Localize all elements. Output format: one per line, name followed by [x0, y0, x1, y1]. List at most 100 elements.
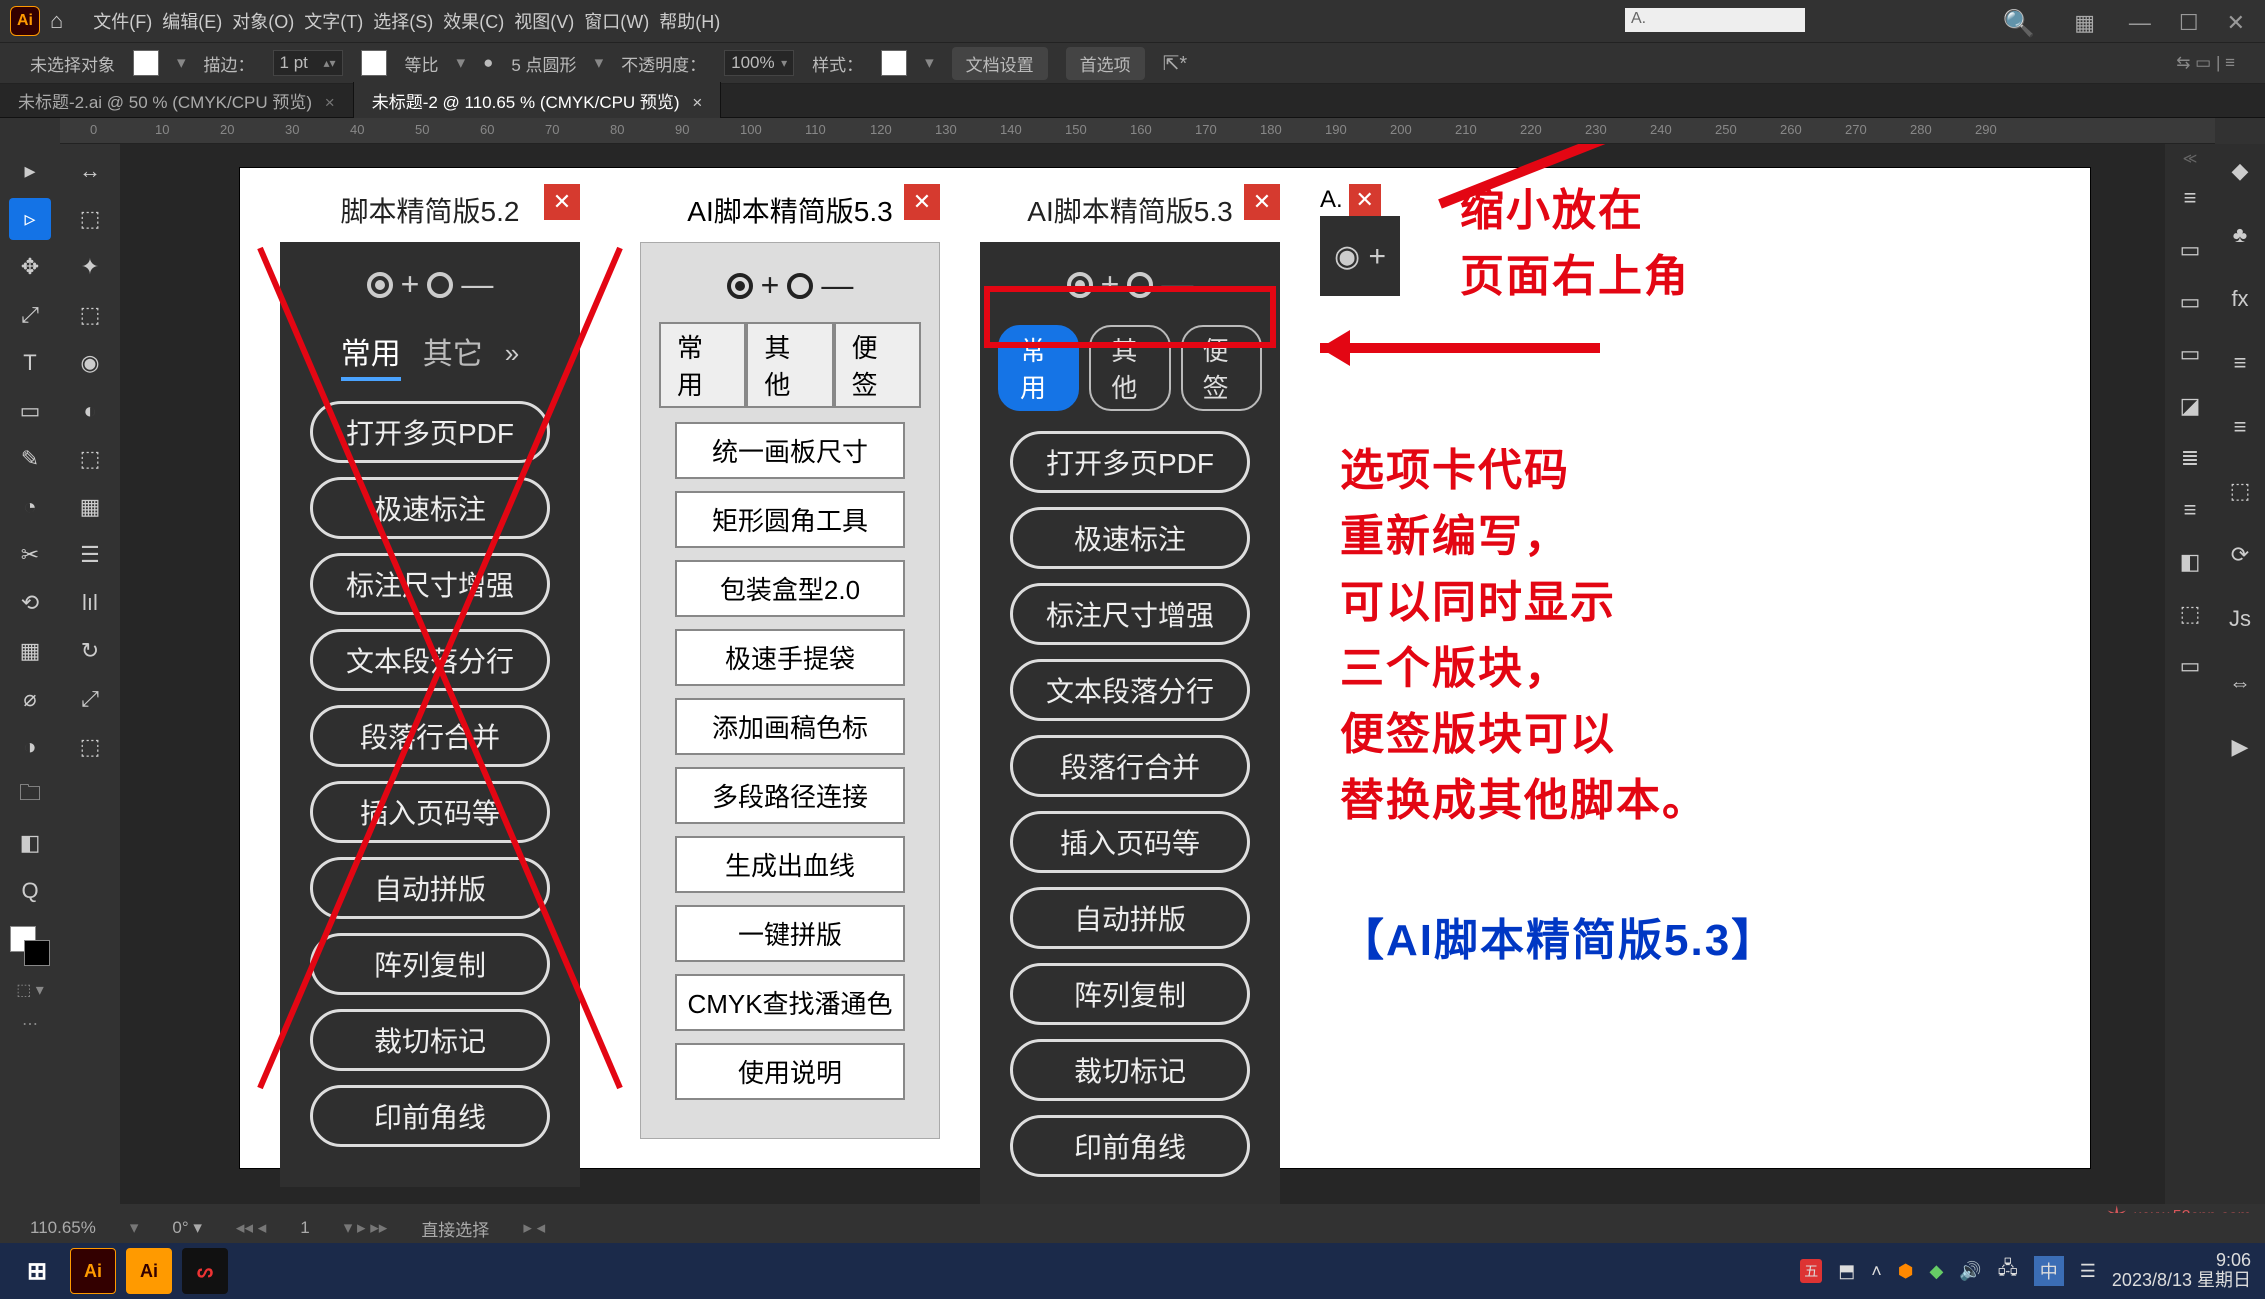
btn-53d-8[interactable]: 裁切标记	[1010, 1039, 1250, 1101]
btn-53d-1[interactable]: 极速标注	[1010, 507, 1250, 569]
stroke-weight-input[interactable]: 1 pt▴▾	[273, 50, 343, 76]
taskbar-app-ai-1[interactable]: Ai	[70, 1248, 116, 1294]
btn-52-5[interactable]: 插入页码等	[310, 781, 550, 843]
stroke-swatch[interactable]	[361, 50, 387, 76]
rpanel-a-9[interactable]: ▭	[2169, 645, 2211, 687]
search-icon[interactable]: 🔍	[2003, 8, 2035, 39]
btn-53d-5[interactable]: 插入页码等	[1010, 811, 1250, 873]
edit-toolbar-icon[interactable]: ⋯	[22, 1014, 38, 1034]
rpanel-a-7[interactable]: ◧	[2169, 541, 2211, 583]
btn-52-3[interactable]: 文本段落分行	[310, 629, 550, 691]
rpanel-b-4[interactable]: ≡	[2219, 406, 2261, 448]
rpanel-b-5[interactable]: ⬚	[2219, 470, 2261, 512]
menu-effect[interactable]: 效果(C)	[443, 8, 504, 34]
canvas-area[interactable]: 脚本精简版5.2 ✕ +— 常用 其它 » 打开多页PDF 极速标注 标注尺寸增…	[120, 144, 2165, 1204]
menu-view[interactable]: 视图(V)	[514, 8, 574, 34]
rpanel-b-9[interactable]: ▶	[2219, 726, 2261, 768]
rpanel-a-3[interactable]: ▭	[2169, 333, 2211, 375]
brush-tool-icon[interactable]: ✎	[9, 438, 51, 480]
doc-tab-2[interactable]: 未标题-2 @ 110.65 % (CMYK/CPU 预览) ×	[354, 82, 722, 119]
btn-53l-7[interactable]: 一键拼版	[675, 905, 905, 962]
rpanel-a-8[interactable]: ⬚	[2169, 593, 2211, 635]
doc-tab-1[interactable]: 未标题-2.ai @ 50 % (CMYK/CPU 预览) ×	[0, 82, 354, 119]
uniform-label[interactable]: 等比	[405, 51, 439, 76]
btn-52-9[interactable]: 印前角线	[310, 1085, 550, 1147]
rotate-tool-icon[interactable]: ◔	[9, 486, 51, 528]
window-maximize-icon[interactable]: ☐	[2179, 10, 2199, 36]
opacity-input[interactable]: 100%▾	[724, 50, 794, 76]
rpanel-a-5[interactable]: ≣	[2169, 437, 2211, 479]
home-icon[interactable]: ⌂	[50, 8, 63, 34]
panel-mini-close-icon[interactable]: ✕	[1349, 184, 1381, 216]
btn-53l-5[interactable]: 多段路径连接	[675, 767, 905, 824]
menu-edit[interactable]: 编辑(E)	[162, 8, 222, 34]
tool-b-5[interactable]: ◐	[69, 390, 111, 432]
zoom-tool-icon[interactable]: Q	[9, 870, 51, 912]
tray-icon-1[interactable]: 五	[1800, 1259, 1822, 1283]
menu-file[interactable]: 文件(F)	[93, 8, 152, 34]
rpanel-b-2[interactable]: fx	[2219, 278, 2261, 320]
gradient-tool-icon[interactable]: ⌀	[9, 678, 51, 720]
btn-52-0[interactable]: 打开多页PDF	[310, 401, 550, 463]
rpanel-a-1[interactable]: ▭	[2169, 229, 2211, 271]
tool-b-12[interactable]: ⬚	[69, 726, 111, 768]
tray-chevron-icon[interactable]: ˄	[1871, 1261, 1882, 1282]
rpanel-a-6[interactable]: ≡	[2169, 489, 2211, 531]
brush-preset[interactable]: 5 点圆形	[511, 51, 576, 76]
artboard-tool-icon[interactable]: 🗀	[9, 774, 51, 816]
type-tool-icon[interactable]: T	[9, 342, 51, 384]
direct-select-tool-icon[interactable]: ▹	[9, 198, 51, 240]
btn-53l-6[interactable]: 生成出血线	[675, 836, 905, 893]
rpanel-b-3[interactable]: ≡	[2219, 342, 2261, 384]
style-swatch[interactable]	[881, 50, 907, 76]
taskbar-clock[interactable]: 9:062023/8/13 星期日	[2112, 1251, 2251, 1291]
start-button-icon[interactable]: ⊞	[14, 1248, 60, 1294]
panel-52-tab-more-icon[interactable]: »	[505, 338, 519, 369]
btn-53d-4[interactable]: 段落行合并	[1010, 735, 1250, 797]
panel-53d-close-icon[interactable]: ✕	[1244, 184, 1280, 220]
btn-53d-9[interactable]: 印前角线	[1010, 1115, 1250, 1177]
tray-volume-icon[interactable]: 🔊	[1959, 1261, 1981, 1282]
tray-icon-4[interactable]: ◆	[1929, 1261, 1943, 1282]
panel-52-tab-other[interactable]: 其它	[423, 325, 483, 381]
panel-53l-radio-row[interactable]: +—	[659, 257, 921, 320]
rpanel-b-0[interactable]: ◆	[2219, 150, 2261, 192]
panel-toggle-icon[interactable]: ⇆ ▭ | ≡	[2176, 53, 2235, 73]
btn-53l-8[interactable]: CMYK查找潘通色	[675, 974, 905, 1031]
blend-tool-icon[interactable]: ◑	[9, 726, 51, 768]
scissor-tool-icon[interactable]: ✂	[9, 534, 51, 576]
menu-select[interactable]: 选择(S)	[373, 8, 433, 34]
panel-53l-close-icon[interactable]: ✕	[904, 184, 940, 220]
zoom-level[interactable]: 110.65%	[30, 1218, 96, 1238]
rpanel-a-4[interactable]: ◪	[2169, 385, 2211, 427]
btn-53l-3[interactable]: 极速手提袋	[675, 629, 905, 686]
panel-53l-tab-notes[interactable]: 便签	[834, 322, 921, 408]
window-close-icon[interactable]: ✕	[2227, 10, 2245, 36]
rotate-view[interactable]: 0° ▾	[172, 1218, 202, 1238]
mini-panel-dock[interactable]: A.	[1625, 8, 1805, 32]
btn-53d-7[interactable]: 阵列复制	[1010, 963, 1250, 1025]
tool-b-11[interactable]: ⤢	[69, 678, 111, 720]
tool-b-2[interactable]: ✦	[69, 246, 111, 288]
tray-icon-5[interactable]: ☰	[2080, 1261, 2096, 1282]
tool-b-0[interactable]: ↔	[69, 150, 111, 192]
btn-52-4[interactable]: 段落行合并	[310, 705, 550, 767]
rpanel-b-1[interactable]: ♣	[2219, 214, 2261, 256]
selection-tool-icon[interactable]: ▸	[9, 150, 51, 192]
tool-b-9[interactable]: lıl	[69, 582, 111, 624]
pin-icon[interactable]: ⇱*	[1163, 51, 1188, 76]
panel-52-close-icon[interactable]: ✕	[544, 184, 580, 220]
btn-52-7[interactable]: 阵列复制	[310, 933, 550, 995]
pen-tool-icon[interactable]: ✥	[9, 246, 51, 288]
btn-52-6[interactable]: 自动拼版	[310, 857, 550, 919]
btn-52-8[interactable]: 裁切标记	[310, 1009, 550, 1071]
tray-icon-2[interactable]: ⬒	[1838, 1261, 1855, 1282]
btn-53l-2[interactable]: 包装盒型2.0	[675, 560, 905, 617]
taskbar-app-other[interactable]: ᔕ	[182, 1248, 228, 1294]
slice-tool-icon[interactable]: ◧	[9, 822, 51, 864]
taskbar-app-ai-2[interactable]: Ai	[126, 1248, 172, 1294]
tool-b-4[interactable]: ◉	[69, 342, 111, 384]
tool-b-8[interactable]: ☰	[69, 534, 111, 576]
artboard-nav[interactable]: 1	[300, 1218, 309, 1238]
tool-b-6[interactable]: ⬚	[69, 438, 111, 480]
